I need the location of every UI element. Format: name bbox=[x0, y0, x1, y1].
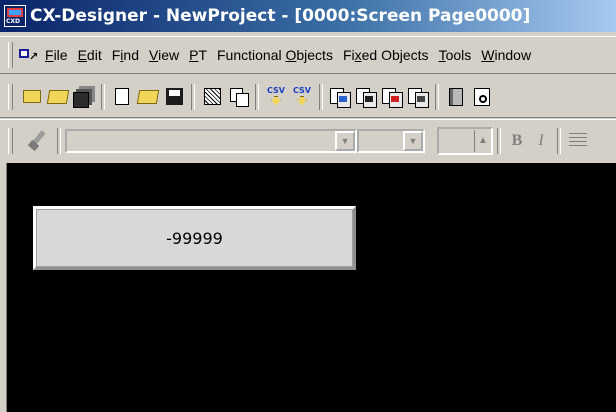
bold-button[interactable]: B bbox=[505, 132, 529, 150]
toolbar-separator bbox=[101, 83, 105, 110]
object-button-4[interactable] bbox=[406, 84, 430, 110]
object-icon-3 bbox=[382, 87, 403, 108]
new-screen-button[interactable] bbox=[110, 84, 134, 110]
object-icon-1 bbox=[330, 87, 351, 108]
toolbar-separator bbox=[497, 127, 501, 154]
toolbar-separator bbox=[255, 83, 259, 110]
canvas-left-edge bbox=[0, 163, 7, 412]
save-button[interactable] bbox=[162, 84, 186, 110]
font-size-combo[interactable]: ▼ bbox=[357, 128, 425, 153]
hatch-icon bbox=[203, 88, 221, 105]
toolbar-grip[interactable] bbox=[8, 83, 13, 110]
toolbar-separator bbox=[191, 83, 195, 110]
book-icon bbox=[449, 87, 463, 106]
menubar-grip[interactable] bbox=[8, 42, 13, 68]
new-project-icon bbox=[23, 90, 41, 103]
toolbar-separator bbox=[319, 83, 323, 110]
toolbar-separator bbox=[57, 127, 61, 154]
csv-export-button[interactable]: CSV bbox=[290, 84, 314, 110]
app-icon[interactable]: CXD bbox=[4, 5, 26, 27]
font-size-value bbox=[359, 130, 403, 151]
copy-button[interactable] bbox=[226, 84, 250, 110]
menu-functional-objects[interactable]: Functional Objects bbox=[212, 47, 338, 63]
menu-find[interactable]: Find bbox=[107, 47, 144, 63]
font-name-value bbox=[67, 130, 335, 151]
menu-tools[interactable]: Tools bbox=[434, 47, 477, 63]
format-painter-icon[interactable] bbox=[27, 130, 49, 152]
open-icon bbox=[136, 89, 160, 104]
open-project-icon bbox=[46, 89, 70, 104]
numeral-display-value: -99999 bbox=[166, 228, 223, 248]
object-button-1[interactable] bbox=[328, 84, 352, 110]
screen-canvas[interactable]: -99999 bbox=[0, 163, 616, 412]
object-icon-2 bbox=[356, 87, 377, 108]
window-title: CX-Designer - NewProject - [0000:Screen … bbox=[30, 6, 531, 26]
object-button-3[interactable] bbox=[380, 84, 404, 110]
hatch-button[interactable] bbox=[200, 84, 224, 110]
toolbar-separator bbox=[435, 83, 439, 110]
new-screen-icon bbox=[115, 88, 129, 105]
chevron-down-icon[interactable]: ▼ bbox=[403, 130, 423, 151]
spinner-arrows-icon[interactable]: ▲ bbox=[474, 129, 491, 152]
title-bar[interactable]: CXD CX-Designer - NewProject - [0000:Scr… bbox=[0, 0, 616, 32]
font-name-combo[interactable]: ▼ bbox=[65, 128, 357, 153]
line-width-spinner[interactable]: ▲ bbox=[437, 126, 493, 155]
menu-fixed-objects[interactable]: Fixed Objects bbox=[338, 47, 434, 63]
save-icon bbox=[165, 88, 183, 105]
menu-pt[interactable]: PT bbox=[184, 47, 212, 63]
csv-import-icon: CSV bbox=[265, 86, 287, 108]
italic-button[interactable]: I bbox=[529, 132, 553, 150]
object-button-2[interactable] bbox=[354, 84, 378, 110]
menu-view[interactable]: View bbox=[144, 47, 184, 63]
object-icon-4 bbox=[408, 87, 429, 108]
open-button[interactable] bbox=[136, 84, 160, 110]
numeral-display-object[interactable]: -99999 bbox=[33, 206, 356, 270]
new-project-button[interactable] bbox=[20, 84, 44, 110]
print-preview-button[interactable] bbox=[470, 84, 494, 110]
align-left-icon[interactable] bbox=[569, 132, 587, 149]
standard-toolbar: CSV CSV bbox=[0, 76, 616, 118]
toolbar-separator bbox=[557, 127, 561, 154]
csv-import-button[interactable]: CSV bbox=[264, 84, 288, 110]
book-button[interactable] bbox=[444, 84, 468, 110]
csv-export-icon: CSV bbox=[291, 86, 313, 108]
document-menu-icon[interactable]: ↗ bbox=[19, 48, 38, 62]
menu-file[interactable]: File bbox=[40, 47, 73, 63]
menu-bar: ↗ File Edit Find View PT Functional Obje… bbox=[0, 36, 616, 74]
save-all-icon bbox=[73, 91, 89, 108]
chevron-down-icon[interactable]: ▼ bbox=[335, 130, 355, 151]
format-toolbar: ▼ ▼ ▲ B I bbox=[0, 119, 616, 161]
toolbar-grip[interactable] bbox=[8, 127, 13, 154]
menu-window[interactable]: Window bbox=[476, 47, 536, 63]
menu-edit[interactable]: Edit bbox=[73, 47, 107, 63]
print-preview-icon bbox=[474, 87, 490, 106]
copy-icon bbox=[229, 88, 249, 107]
open-project-button[interactable] bbox=[46, 84, 70, 110]
save-all-button[interactable] bbox=[72, 84, 96, 110]
